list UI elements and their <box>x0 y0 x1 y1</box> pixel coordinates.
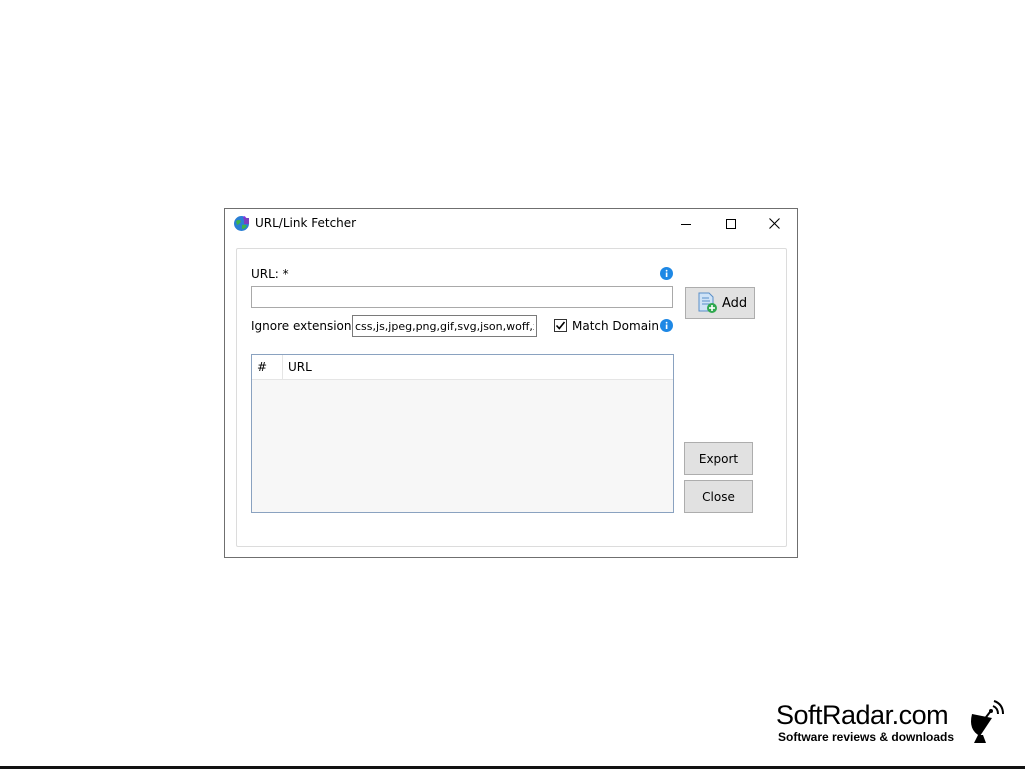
export-button[interactable]: Export <box>684 442 753 475</box>
close-icon <box>769 218 780 229</box>
column-header-url[interactable]: URL <box>283 355 673 379</box>
add-button[interactable]: Add <box>685 287 755 319</box>
globe-app-icon <box>234 216 249 231</box>
page: URL/Link Fetcher URL: * Add Ignore exten… <box>0 0 1025 769</box>
info-icon[interactable] <box>660 267 673 280</box>
checkmark-icon <box>555 321 566 330</box>
match-domain-checkbox[interactable] <box>554 319 567 332</box>
column-header-number[interactable]: # <box>252 355 283 379</box>
add-button-label: Add <box>722 295 748 311</box>
list-header: # URL <box>252 355 673 380</box>
info-icon[interactable] <box>660 319 673 332</box>
softradar-watermark: SoftRadar.com Software reviews & downloa… <box>776 700 1016 750</box>
window-title: URL/Link Fetcher <box>255 216 357 230</box>
url-input[interactable] <box>251 286 673 308</box>
watermark-title: SoftRadar.com <box>776 700 949 730</box>
add-document-icon <box>698 292 717 313</box>
ignore-extensions-input[interactable] <box>352 315 537 337</box>
app-window: URL/Link Fetcher URL: * Add Ignore exten… <box>224 208 798 558</box>
match-domain-label[interactable]: Match Domain <box>572 319 659 333</box>
close-window-button[interactable] <box>752 209 797 238</box>
maximize-icon <box>725 218 736 229</box>
url-list[interactable]: # URL <box>251 354 674 513</box>
maximize-button[interactable] <box>708 209 753 238</box>
title-bar[interactable]: URL/Link Fetcher <box>225 209 797 239</box>
ignore-extensions-label: Ignore extensions: <box>251 319 362 333</box>
watermark-subtitle: Software reviews & downloads <box>778 730 955 744</box>
close-button[interactable]: Close <box>684 480 753 513</box>
satellite-dish-icon <box>971 700 1004 743</box>
minimize-icon <box>680 223 691 225</box>
minimize-button[interactable] <box>663 209 708 238</box>
url-label: URL: * <box>251 267 289 281</box>
